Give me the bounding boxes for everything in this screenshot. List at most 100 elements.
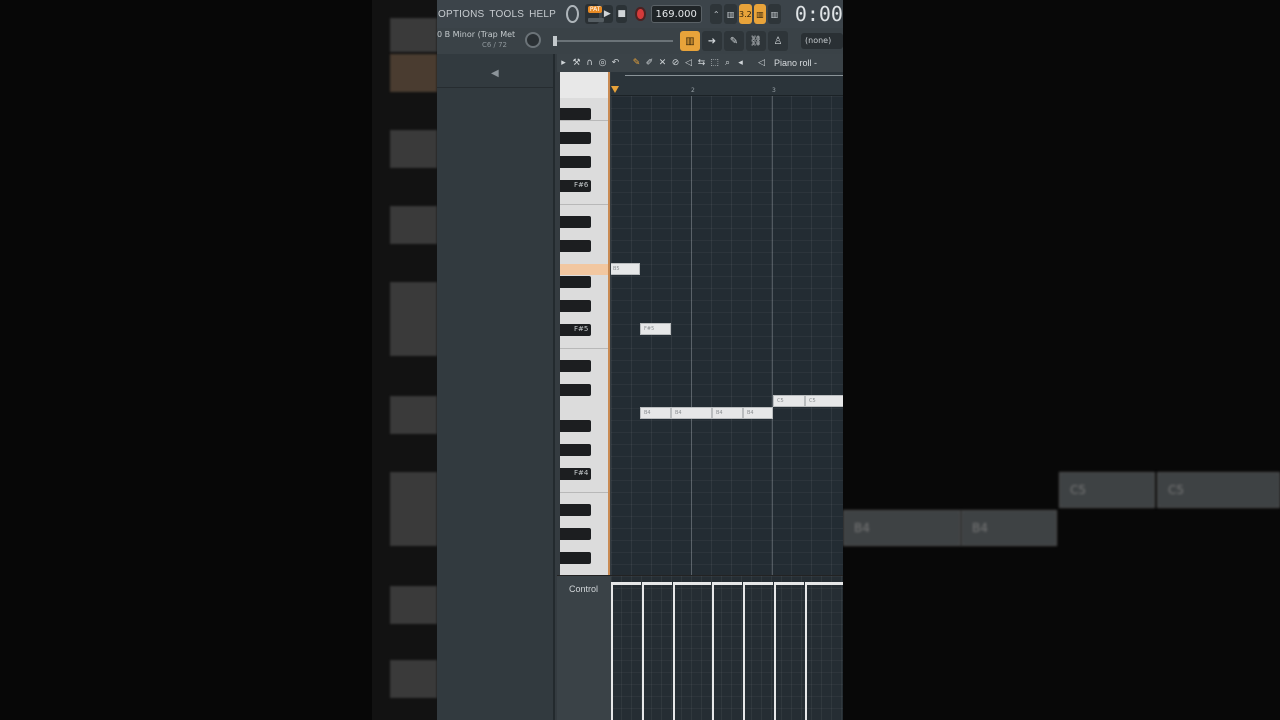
song-indicator xyxy=(587,18,604,22)
velocity-bar[interactable] xyxy=(774,584,776,720)
link-button[interactable]: ⛓ xyxy=(746,31,766,51)
pat-label: PAT xyxy=(587,6,603,13)
ruler-bar-number: 2 xyxy=(691,87,695,94)
volume-knob-icon[interactable] xyxy=(525,32,541,48)
note[interactable]: F#5 xyxy=(640,323,671,335)
black-key[interactable] xyxy=(560,528,591,540)
black-key[interactable] xyxy=(560,504,591,516)
background-note: C5 xyxy=(1157,472,1280,508)
pattern-song-toggle[interactable]: PAT xyxy=(584,4,604,24)
browser-panel: ◀ xyxy=(437,54,555,720)
playback-icon[interactable]: ◂ xyxy=(734,58,747,68)
piano-keyboard[interactable]: F#6 F#5 F#4 xyxy=(560,72,610,575)
velocity-cap xyxy=(774,582,804,585)
key-label: F#6 xyxy=(574,181,589,189)
control-label[interactable]: Control xyxy=(569,584,598,594)
stop-button[interactable]: ■ xyxy=(615,5,628,23)
velocity-cap xyxy=(805,582,843,585)
wrench-icon[interactable]: ⚒ xyxy=(570,58,583,68)
preset-name: 0 B Minor (Trap Met xyxy=(437,30,516,39)
black-key[interactable] xyxy=(560,360,591,372)
stamp-icon: ♙ xyxy=(773,35,783,47)
velocity-bar[interactable] xyxy=(642,584,644,720)
black-key-f4[interactable]: F#4 xyxy=(560,468,591,480)
velocity-bar[interactable] xyxy=(743,584,745,720)
note[interactable]: B5 xyxy=(611,263,640,275)
metronome-icon[interactable]: ⌃ xyxy=(709,4,723,24)
erase-icon[interactable]: ✕ xyxy=(656,58,669,68)
piano-roll-button[interactable]: ▥ xyxy=(680,31,700,51)
slip-icon[interactable]: ⇆ xyxy=(695,58,708,68)
slider-grip[interactable] xyxy=(553,36,557,46)
velocity-lane[interactable] xyxy=(611,575,843,720)
black-key[interactable] xyxy=(560,216,591,228)
background-left xyxy=(0,0,437,720)
zoom-icon[interactable]: ⌕ xyxy=(721,58,734,68)
key-label: F#4 xyxy=(574,469,589,477)
mute-icon[interactable]: ◁ xyxy=(682,58,695,68)
note[interactable]: C5 xyxy=(773,395,805,407)
velocity-bar[interactable] xyxy=(712,584,714,720)
record-button[interactable] xyxy=(635,7,646,21)
black-key[interactable] xyxy=(560,240,591,252)
menu-tools[interactable]: TOOLS xyxy=(489,9,524,20)
black-key[interactable] xyxy=(560,444,591,456)
note[interactable]: B4 xyxy=(712,407,743,419)
plug-icon: ✎ xyxy=(729,35,739,47)
speaker-icon[interactable]: ◁ xyxy=(755,58,768,68)
stamp-button[interactable]: ♙ xyxy=(768,31,788,51)
preset-sub: C6 / 72 xyxy=(481,41,507,49)
menu-options[interactable]: OPTIONS xyxy=(438,9,484,20)
menu-arrow-icon[interactable]: ▸ xyxy=(557,58,570,68)
black-key-f5[interactable]: F#5 xyxy=(560,324,591,336)
black-key[interactable] xyxy=(560,300,591,312)
velocity-cap xyxy=(642,582,672,585)
arrow-right-icon: ➜ xyxy=(707,35,717,47)
background-block xyxy=(390,586,437,624)
wait-icon[interactable]: ▥ xyxy=(724,4,737,24)
piano-icon: ▥ xyxy=(685,35,695,47)
link-icon: ⛓ xyxy=(749,35,763,47)
master-knob-icon[interactable] xyxy=(566,5,579,23)
playhead-marker[interactable] xyxy=(611,86,619,93)
black-key-f6[interactable]: F#6 xyxy=(560,180,591,192)
black-key[interactable] xyxy=(560,552,591,564)
velocity-bar[interactable] xyxy=(673,584,675,720)
black-key[interactable] xyxy=(560,276,591,288)
note[interactable]: B4 xyxy=(743,407,773,419)
delete-icon[interactable]: ⊘ xyxy=(669,58,682,68)
master-pitch-slider[interactable] xyxy=(553,36,673,46)
step-icon[interactable]: ▥ xyxy=(753,4,767,24)
menu-help[interactable]: HELP xyxy=(529,9,556,20)
magnet-icon[interactable]: ∩ xyxy=(583,58,596,68)
loop-region[interactable] xyxy=(625,75,843,78)
background-block xyxy=(390,396,437,434)
note[interactable]: B4 xyxy=(671,407,712,419)
plugin-button[interactable]: ✎ xyxy=(724,31,744,51)
background-block xyxy=(390,18,437,52)
countdown-icon[interactable]: 3.2 xyxy=(738,4,752,24)
note[interactable]: C5 xyxy=(805,395,843,407)
note-grid[interactable]: 2 3 B5 F#5 B4 B4 B4 B4 C5 C5 xyxy=(611,72,843,575)
arrow-button[interactable]: ➜ xyxy=(702,31,722,51)
timeline-ruler[interactable]: 2 3 xyxy=(611,72,843,96)
velocity-bar[interactable] xyxy=(611,584,613,720)
loop-record-icon[interactable]: ▥ xyxy=(768,4,781,24)
snap-icon[interactable]: ◎ xyxy=(596,58,609,68)
selector-dropdown[interactable]: (none) xyxy=(801,33,843,49)
black-key[interactable] xyxy=(560,420,591,432)
black-key[interactable] xyxy=(560,132,591,144)
black-key[interactable] xyxy=(560,108,591,120)
paint-icon[interactable]: ✐ xyxy=(643,58,656,68)
velocity-bar[interactable] xyxy=(805,584,807,720)
highlighted-key-b5[interactable] xyxy=(560,264,608,275)
black-key[interactable] xyxy=(560,384,591,396)
undo-icon[interactable]: ↶ xyxy=(609,58,622,68)
black-key[interactable] xyxy=(560,156,591,168)
select-icon[interactable]: ⬚ xyxy=(708,58,721,68)
speaker-icon[interactable]: ◀ xyxy=(491,68,499,79)
tempo-display[interactable]: 169.000 xyxy=(650,5,702,23)
daw-window: OPTIONS TOOLS HELP PAT ▶ ■ 169.000 ⌃ ▥ 3… xyxy=(437,0,843,720)
note[interactable]: B4 xyxy=(640,407,671,419)
pencil-icon[interactable]: ✎ xyxy=(630,58,643,68)
